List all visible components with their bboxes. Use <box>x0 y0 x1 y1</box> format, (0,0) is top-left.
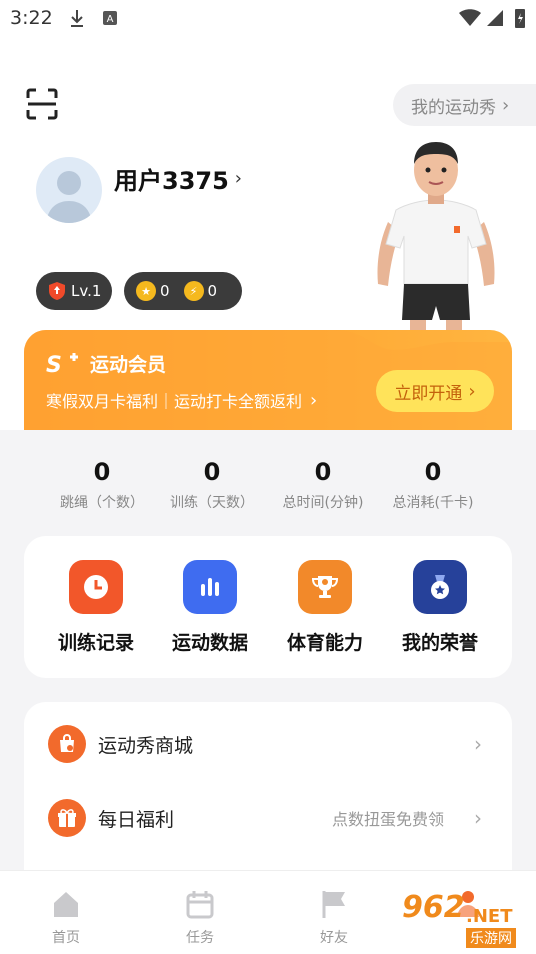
calendar-icon <box>160 885 240 919</box>
stat-value: 0 <box>203 458 221 486</box>
member-title-text: 运动会员 <box>90 354 167 376</box>
nav-label: 首页 <box>52 930 80 946</box>
avatar-character-illustration <box>377 142 495 354</box>
training-records-button[interactable]: 训练记录 <box>41 560 151 655</box>
watermark-suffix: .NET <box>466 906 513 927</box>
status-bar: 3:22 A <box>0 0 536 36</box>
nav-friends[interactable]: 好友 <box>294 885 374 947</box>
sports-data-button[interactable]: 运动数据 <box>155 560 265 655</box>
stat-label: 训练（天数） <box>170 495 254 511</box>
list-item-daily-welfare[interactable]: 每日福利 点数扭蛋免费领 › <box>24 788 512 848</box>
avatar[interactable] <box>36 157 102 223</box>
menu-list-card: 运动秀商城 › 每日福利 点数扭蛋免费领 › <box>24 702 512 882</box>
energy-count: 0 <box>207 282 218 300</box>
s-plus-logo-icon: S <box>46 352 78 375</box>
signal-icon <box>487 10 503 26</box>
watermark-brand: 962 <box>402 890 465 925</box>
username[interactable]: 用户3375 › <box>114 161 242 196</box>
battery-icon <box>515 9 525 28</box>
level-badge[interactable]: Lv.1 <box>36 272 112 310</box>
bar-chart-icon <box>183 560 237 614</box>
stat-value: 0 <box>93 458 111 486</box>
stat-total-time[interactable]: 0 总时间(分钟) <box>263 458 383 512</box>
status-time: 3:22 <box>10 7 53 29</box>
member-subtitle-text: 寒假双月卡福利｜运动打卡全额返利 <box>46 392 303 411</box>
sports-ability-button[interactable]: 体育能力 <box>270 560 380 655</box>
activate-membership-button[interactable]: 立即开通 › <box>376 370 494 412</box>
list-item-label: 运动秀商城 <box>98 734 194 757</box>
download-icon <box>71 10 83 27</box>
shop-bag-icon <box>48 725 86 763</box>
my-sports-show-label: 我的运动秀 <box>411 97 496 118</box>
svg-text:S: S <box>46 353 62 375</box>
chevron-right-icon: › <box>234 168 242 189</box>
svg-text:A: A <box>107 14 114 25</box>
feature-grid-card: 训练记录 运动数据 体育能力 我的荣誉 <box>24 536 512 678</box>
stat-value: 0 <box>314 458 332 486</box>
watermark-sub: 乐游网 <box>466 928 516 948</box>
level-text: Lv.1 <box>71 282 102 300</box>
member-title: S 运动会员 <box>46 350 166 377</box>
stat-label: 总消耗(千卡) <box>392 495 474 511</box>
member-banner[interactable]: S 运动会员 寒假双月卡福利｜运动打卡全额返利 › 立即开通 › <box>24 330 512 430</box>
points-badge[interactable]: ★ 0 ⚡ 0 <box>124 272 242 310</box>
stat-jump-rope[interactable]: 0 跳绳（个数） <box>42 458 162 512</box>
medal-icon <box>413 560 467 614</box>
stat-label: 总时间(分钟) <box>282 495 364 511</box>
my-honors-button[interactable]: 我的荣誉 <box>385 560 495 655</box>
coin-count: 0 <box>160 282 170 300</box>
flag-icon <box>294 885 374 919</box>
chevron-right-icon: › <box>310 389 318 411</box>
default-avatar-icon <box>46 171 92 223</box>
lightning-coin-icon: ⚡ <box>183 281 204 301</box>
nav-tasks[interactable]: 任务 <box>160 885 240 947</box>
wifi-icon <box>459 9 481 26</box>
home-icon <box>26 885 106 919</box>
text-notification-icon: A <box>103 11 117 25</box>
clock-icon <box>69 560 123 614</box>
gift-icon <box>48 799 86 837</box>
chevron-right-icon: › <box>474 732 482 756</box>
nav-label: 任务 <box>186 930 214 946</box>
my-sports-show-button[interactable]: 我的运动秀 › <box>393 84 536 126</box>
site-watermark: 962 .NET 乐游网 <box>396 880 536 950</box>
nav-home[interactable]: 首页 <box>26 885 106 947</box>
list-item-label: 每日福利 <box>98 808 175 831</box>
member-subtitle: 寒假双月卡福利｜运动打卡全额返利 › <box>46 388 317 412</box>
stat-label: 跳绳（个数） <box>60 495 144 511</box>
nav-label: 好友 <box>320 930 348 946</box>
level-shield-icon <box>49 282 65 300</box>
feature-label: 体育能力 <box>286 632 363 654</box>
scan-icon[interactable] <box>24 86 60 122</box>
feature-label: 训练记录 <box>57 632 134 654</box>
list-item-extra: 点数扭蛋免费领 <box>331 810 444 829</box>
stat-training-days[interactable]: 0 训练（天数） <box>152 458 272 512</box>
chevron-right-icon: › <box>468 380 476 402</box>
username-text: 用户3375 <box>114 167 229 195</box>
chevron-right-icon: › <box>502 94 510 116</box>
trophy-icon <box>298 560 352 614</box>
activate-label: 立即开通 <box>394 383 463 404</box>
feature-label: 运动数据 <box>171 632 248 654</box>
list-item-shop[interactable]: 运动秀商城 › <box>24 714 512 774</box>
chevron-right-icon: › <box>474 806 482 830</box>
star-coin-icon: ★ <box>136 281 156 301</box>
stat-value: 0 <box>424 458 442 486</box>
stat-total-calories[interactable]: 0 总消耗(千卡) <box>373 458 493 512</box>
feature-label: 我的荣誉 <box>401 632 478 654</box>
